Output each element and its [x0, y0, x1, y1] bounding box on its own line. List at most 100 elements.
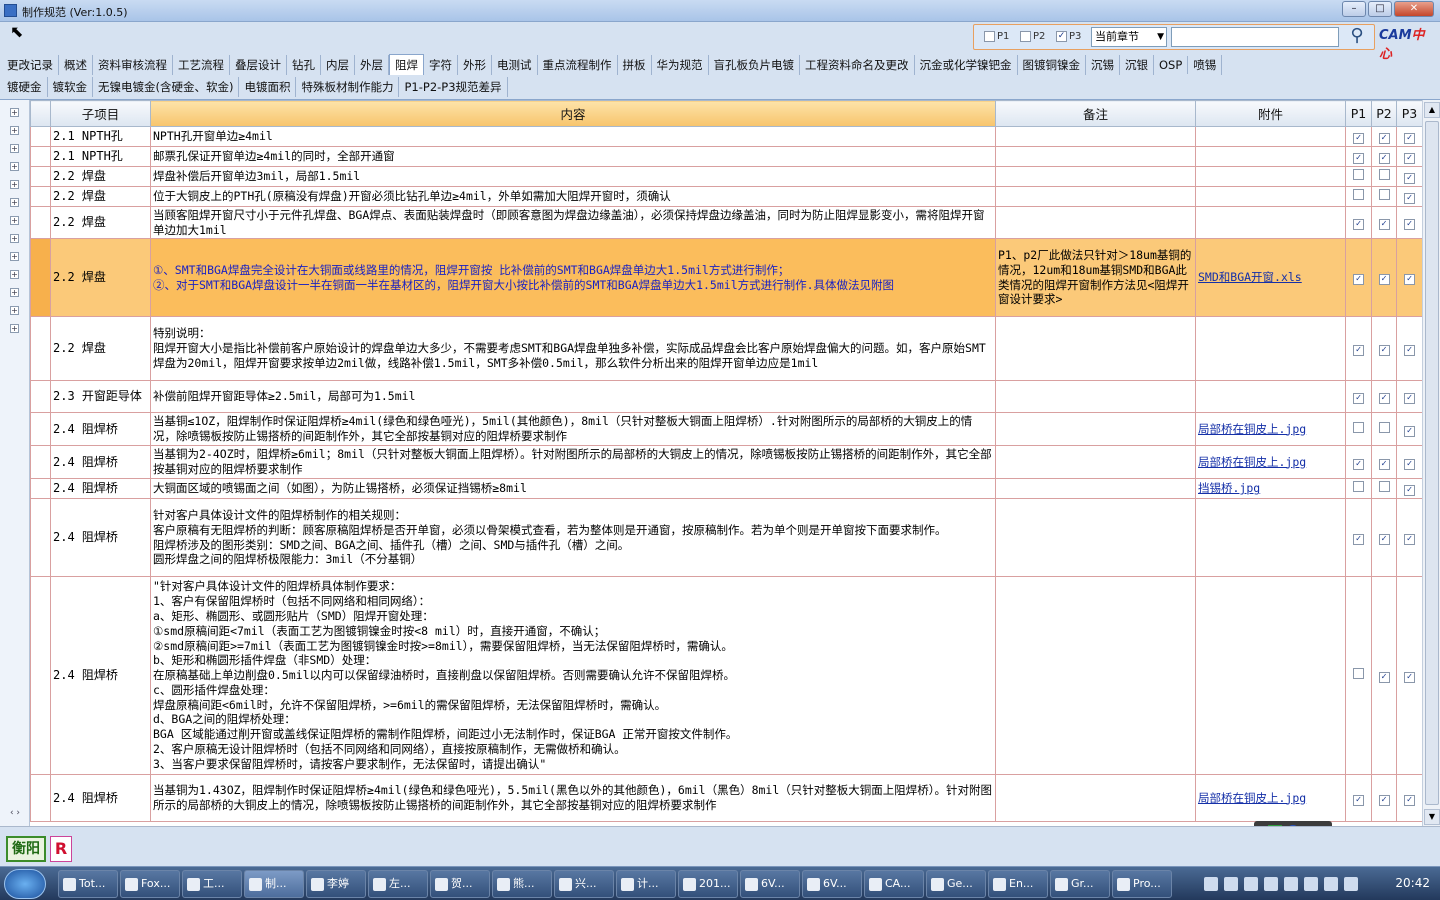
expand-plus-icon[interactable]: + [10, 144, 19, 153]
col-p2[interactable]: P2 [1371, 100, 1397, 127]
tab-r2-1[interactable]: 镀软金 [48, 76, 93, 97]
cell-sub[interactable]: 2.3 开窗距导体 [50, 380, 151, 413]
cell-note[interactable] [995, 576, 1196, 775]
table-row[interactable]: 2.4 阻焊桥 "针对客户具体设计文件的阻焊桥具体制作要求： 1、客户有保留阻焊桥… [30, 576, 1423, 775]
cell-note[interactable] [995, 146, 1196, 167]
cell-content[interactable]: "针对客户具体设计文件的阻焊桥具体制作要求： 1、客户有保留阻焊桥时（包括不同网… [150, 576, 996, 775]
row-selector[interactable] [30, 478, 51, 499]
tab-r1-12[interactable]: 重点流程制作 [538, 54, 618, 75]
p3-checkbox[interactable]: ✓ [1404, 219, 1415, 230]
cell-note[interactable] [995, 498, 1196, 577]
attachment-link[interactable]: 局部桥在铜皮上.jpg [1198, 422, 1306, 436]
maximize-button[interactable]: □ [1368, 1, 1392, 17]
horizontal-scroll-arrows-icon[interactable]: ‹ › [0, 808, 30, 824]
expand-plus-icon[interactable]: + [10, 252, 19, 261]
row-selector[interactable] [30, 146, 51, 167]
p2-checkbox[interactable] [1020, 31, 1031, 42]
p3-checkbox[interactable]: ✓ [1404, 672, 1415, 683]
p1-checkbox[interactable]: ✓ [1353, 219, 1364, 230]
cell-note[interactable] [995, 412, 1196, 446]
taskbar-item[interactable]: Fox... [120, 870, 180, 898]
cell-content[interactable]: 邮票孔保证开窗单边≥4mil的同时，全部开通窗 [150, 146, 996, 167]
p1-checkbox[interactable] [984, 31, 995, 42]
table-row[interactable]: 2.4 阻焊桥 当基铜为1.43OZ，阻焊制作时保证阻焊桥≥4mil(绿色和绿色哑… [30, 774, 1423, 822]
p1-checkbox[interactable]: ✓ [1353, 534, 1364, 545]
taskbar-item[interactable]: 李婷 [306, 870, 366, 898]
p2-checkbox[interactable]: ✓ [1378, 393, 1390, 404]
search-icon[interactable]: ⚲ [1344, 25, 1370, 49]
p1-checkbox[interactable]: ✓ [1353, 393, 1364, 404]
col-note[interactable]: 备注 [995, 100, 1196, 127]
p2-checkbox[interactable]: ✓ [1378, 794, 1390, 806]
col-p3[interactable]: P3 [1396, 100, 1423, 127]
p3-checkbox[interactable]: ✓ [1404, 153, 1415, 164]
tab-r1-15[interactable]: 盲孔板负片电镀 [709, 54, 800, 75]
expand-plus-icon[interactable]: + [10, 288, 19, 297]
taskbar-item[interactable]: 计... [616, 870, 676, 898]
minimize-button[interactable]: – [1342, 1, 1366, 17]
cell-sub[interactable]: 2.4 阻焊桥 [50, 478, 151, 499]
tab-r1-18[interactable]: 图镀铜镍金 [1018, 54, 1086, 75]
taskbar-item[interactable]: 熊... [492, 870, 552, 898]
tab-r1-22[interactable]: 喷锡 [1188, 54, 1223, 75]
row-selector[interactable] [30, 166, 51, 187]
taskbar-item[interactable]: 贺... [430, 870, 490, 898]
cell-note[interactable] [995, 186, 1196, 207]
cell-note[interactable] [995, 774, 1196, 822]
row-selector[interactable] [30, 380, 51, 413]
row-selector[interactable] [30, 126, 51, 147]
cell-sub[interactable]: 2.2 焊盘 [50, 238, 151, 317]
table-row[interactable]: 2.3 开窗距导体 补偿前阻焊开窗距导体≥2.5mil，局部可为1.5mil ✓ ✓ ✓ [30, 380, 1423, 413]
cell-note[interactable] [995, 380, 1196, 413]
taskbar-item[interactable]: 左... [368, 870, 428, 898]
p3-checkbox[interactable]: ✓ [1404, 133, 1415, 144]
p3-checkbox[interactable]: ✓ [1404, 274, 1415, 285]
tray-app-icon[interactable] [1264, 877, 1278, 891]
cell-sub[interactable]: 2.4 阻焊桥 [50, 498, 151, 577]
taskbar-item[interactable]: Tot... [58, 870, 118, 898]
row-selector[interactable] [30, 576, 51, 775]
tab-r2-4[interactable]: 特殊板材制作能力 [296, 76, 400, 97]
p2-checkbox[interactable]: ✓ [1378, 133, 1390, 144]
table-row[interactable]: 2.4 阻焊桥 当基铜≤1OZ，阻焊制作时保证阻焊桥≥4mil(绿色和绿色哑光)，… [30, 412, 1423, 446]
volume-icon[interactable] [1324, 877, 1338, 891]
cell-note[interactable] [995, 166, 1196, 187]
row-selector[interactable] [30, 445, 51, 479]
p2-checkbox[interactable]: ✓ [1378, 219, 1390, 230]
p3-checkbox[interactable]: ✓ [1404, 393, 1415, 404]
site-badge[interactable]: 衡阳 [6, 836, 46, 862]
tab-r1-13[interactable]: 拼板 [618, 54, 652, 75]
table-row[interactable]: 2.2 焊盘 位于大铜皮上的PTH孔(原稿没有焊盘)开窗必须比钻孔单边≥4mil，… [30, 186, 1423, 207]
p3-checkbox[interactable]: ✓ [1404, 458, 1415, 470]
p1-checkbox[interactable]: ✓ [1353, 345, 1364, 356]
tab-r1-19[interactable]: 沉锡 [1086, 54, 1120, 75]
tray-app-icon[interactable] [1204, 877, 1218, 891]
clock[interactable]: 20:42 [1395, 876, 1430, 890]
taskbar-item[interactable]: 工... [182, 870, 242, 898]
cell-content[interactable]: 当基铜≤1OZ，阻焊制作时保证阻焊桥≥4mil(绿色和绿色哑光)，5mil(其他… [150, 412, 996, 446]
scroll-down-icon[interactable]: ▼ [1424, 809, 1440, 825]
tab-r1-3[interactable]: 工艺流程 [173, 54, 230, 75]
cell-content[interactable]: 针对客户具体设计文件的阻焊桥制作的相关规则： 客户原稿有无阻焊桥的判断：顾客原稿… [150, 498, 996, 577]
p2-checkbox[interactable] [1378, 481, 1390, 493]
attachment-link[interactable]: 局部桥在铜皮上.jpg [1198, 455, 1306, 469]
expand-plus-icon[interactable]: + [10, 198, 19, 207]
taskbar-item[interactable]: 制... [244, 870, 304, 898]
scroll-thumb[interactable] [1425, 121, 1439, 805]
cell-content[interactable]: NPTH孔开窗单边≥4mil [150, 126, 996, 147]
tray-app-icon[interactable] [1284, 877, 1298, 891]
col-sub[interactable]: 子项目 [50, 100, 151, 127]
p3-checkbox[interactable]: ✓ [1056, 31, 1067, 42]
cell-note[interactable] [995, 206, 1196, 239]
taskbar-item[interactable]: Gr... [1050, 870, 1110, 898]
tab-r1-8[interactable]: 阻焊 [389, 54, 424, 75]
start-button[interactable] [4, 869, 46, 899]
taskbar-item[interactable]: 6V... [802, 870, 862, 898]
table-row[interactable]: 2.4 阻焊桥 大铜面区域的喷锡面之间（如图），为防止锡搭桥，必须保证挡锡桥≥8m… [30, 478, 1423, 499]
table-row[interactable]: 2.2 焊盘 当顾客阻焊开窗尺寸小于元件孔焊盘、BGA焊点、表面贴装焊盘时（即顾客… [30, 206, 1423, 239]
table-row[interactable]: 2.2 焊盘 焊盘补偿后开窗单边3mil，局部1.5mil ✓ [30, 166, 1423, 187]
cell-sub[interactable]: 2.2 焊盘 [50, 206, 151, 239]
tab-r1-6[interactable]: 内层 [321, 54, 355, 75]
tab-r2-3[interactable]: 电镀面积 [239, 76, 297, 97]
tab-r1-16[interactable]: 工程资料命名及更改 [800, 54, 915, 75]
